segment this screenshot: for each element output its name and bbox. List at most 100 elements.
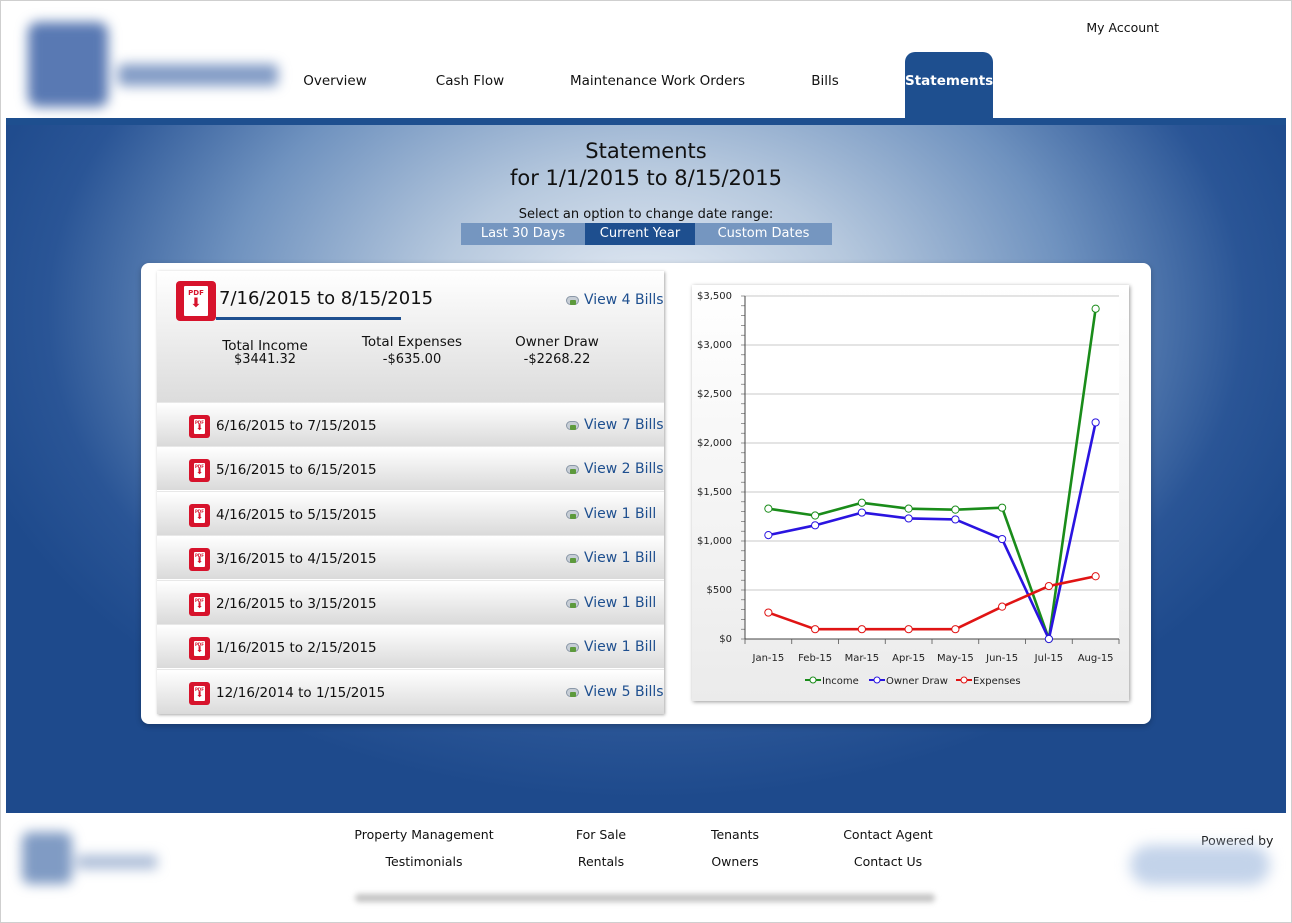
statement-range[interactable]: 6/16/2015 to 7/15/2015 <box>216 418 377 434</box>
date-range-selector: Last 30 Days Current Year Custom Dates <box>461 223 832 245</box>
view-bills-link[interactable]: View 2 Bills <box>565 461 664 477</box>
data-point <box>811 521 820 530</box>
footer-link-rentals[interactable]: Rentals <box>526 854 676 869</box>
statement-range[interactable]: 4/16/2015 to 5/15/2015 <box>216 507 377 523</box>
company-logo[interactable] <box>8 12 278 112</box>
x-tick-label: May-15 <box>937 653 974 664</box>
view-bills-link[interactable]: View 1 Bill <box>565 639 656 655</box>
tab-statements[interactable]: Statements <box>905 52 993 118</box>
statement-range[interactable]: 5/16/2015 to 6/15/2015 <box>216 462 377 478</box>
view-bills-link[interactable]: View 1 Bill <box>565 550 656 566</box>
statement-range[interactable]: 3/16/2015 to 4/15/2015 <box>216 551 377 567</box>
pdf-download-icon[interactable]: PDF ⬇ <box>189 637 210 660</box>
pdf-download-icon[interactable]: PDF ⬇ <box>189 548 210 571</box>
page-title-heading: Statements <box>585 139 707 163</box>
pdf-download-icon[interactable]: PDF ⬇ <box>189 415 210 438</box>
x-tick-label: Aug-15 <box>1078 653 1114 664</box>
data-point <box>1091 418 1100 427</box>
legend-label: Expenses <box>973 676 1021 687</box>
x-tick-label: Mar-15 <box>845 653 880 664</box>
view-bills-link-label: View 1 Bill <box>584 639 657 655</box>
footer-link-contact-us[interactable]: Contact Us <box>813 854 963 869</box>
data-point <box>857 498 866 507</box>
y-tick-label: $500 <box>707 585 732 596</box>
x-tick-label: Apr-15 <box>892 653 925 664</box>
view-bills-link-label: View 4 Bills <box>584 292 664 308</box>
data-point <box>904 514 913 523</box>
data-point <box>1091 572 1100 581</box>
owner-draw-label: Owner Draw <box>515 334 599 350</box>
view-bills-link[interactable]: View 1 Bill <box>565 506 656 522</box>
x-tick-label: Jan-15 <box>752 653 785 664</box>
statement-range[interactable]: 2/16/2015 to 3/15/2015 <box>216 596 377 612</box>
footer-link-owners[interactable]: Owners <box>660 854 810 869</box>
main-nav: Overview Cash Flow Maintenance Work Orde… <box>270 52 1030 118</box>
pdf-download-icon[interactable]: PDF ⬇ <box>189 682 210 705</box>
data-point <box>811 625 820 634</box>
pdf-download-icon[interactable]: PDF ⬇ <box>176 281 216 321</box>
y-tick-label: $1,000 <box>697 536 732 547</box>
view-bills-link[interactable]: View 5 Bills <box>565 684 664 700</box>
data-point <box>951 505 960 514</box>
footer-link-tenants[interactable]: Tenants <box>660 827 810 842</box>
y-tick-label: $3,000 <box>697 340 732 351</box>
data-point <box>1044 634 1053 644</box>
view-bills-link[interactable]: View 1 Bill <box>565 595 656 611</box>
bills-cloud-icon <box>565 463 579 474</box>
legend-swatch-marker <box>873 676 881 684</box>
statement-row: PDF ⬇ 2/16/2015 to 3/15/2015 View 1 Bill <box>157 580 664 624</box>
line-chart: $0 $500 $1,000 $1,500 $2,000 $2,500 $3,000 $3,5… <box>697 291 1120 687</box>
pdf-download-icon[interactable]: PDF ⬇ <box>189 593 210 616</box>
data-point <box>857 508 866 517</box>
data-point <box>764 608 773 617</box>
view-bills-link-label: View 7 Bills <box>584 417 664 433</box>
range-custom-dates-button[interactable]: Custom Dates <box>695 223 832 245</box>
data-point <box>764 531 773 540</box>
bills-cloud-icon <box>565 552 579 563</box>
statement-range[interactable]: 1/16/2015 to 2/15/2015 <box>216 640 377 656</box>
view-bills-link-label: View 1 Bill <box>584 506 657 522</box>
data-point <box>904 625 913 634</box>
total-income-value: $3441.32 <box>233 352 297 367</box>
footer-link-for-sale[interactable]: For Sale <box>526 827 676 842</box>
x-tick-label: Jun-15 <box>985 653 1018 664</box>
tab-cash-flow[interactable]: Cash Flow <box>410 52 530 118</box>
footer-link-property-management[interactable]: Property Management <box>349 827 499 842</box>
footer-link-testimonials[interactable]: Testimonials <box>349 854 499 869</box>
view-bills-link[interactable]: View 7 Bills <box>565 417 664 433</box>
view-bills-link-label: View 5 Bills <box>584 684 664 700</box>
view-bills-link[interactable]: View 4 Bills <box>565 292 664 308</box>
legend-label: Income <box>822 676 859 687</box>
footer-logo[interactable] <box>12 830 162 890</box>
tab-maintenance-work-orders[interactable]: Maintenance Work Orders <box>560 52 755 118</box>
range-current-year-button[interactable]: Current Year <box>585 223 695 245</box>
data-point <box>998 503 1007 512</box>
tab-bills[interactable]: Bills <box>780 52 870 118</box>
view-bills-link-label: View 2 Bills <box>584 461 664 477</box>
y-tick-label: $2,000 <box>697 438 732 449</box>
data-point <box>1091 304 1100 313</box>
pdf-download-icon[interactable]: PDF ⬇ <box>189 459 210 482</box>
x-tick-label: Feb-15 <box>798 653 832 664</box>
x-tick-label: Jul-15 <box>1034 653 1063 664</box>
statement-range[interactable]: 12/16/2014 to 1/15/2015 <box>216 685 385 701</box>
page-title: Statements for 1/1/2015 to 8/15/2015 <box>6 138 1286 192</box>
statement-row: PDF ⬇ 5/16/2015 to 6/15/2015 View 2 Bills <box>157 446 664 490</box>
data-point <box>811 511 820 520</box>
current-statement-underline <box>216 317 401 320</box>
bills-cloud-icon <box>565 294 579 305</box>
bills-cloud-icon <box>565 597 579 608</box>
my-account-link[interactable]: My Account <box>1086 20 1159 35</box>
pdf-download-icon[interactable]: PDF ⬇ <box>189 504 210 527</box>
footer-link-contact-agent[interactable]: Contact Agent <box>813 827 963 842</box>
tab-overview[interactable]: Overview <box>270 52 400 118</box>
statement-row: PDF ⬇ 12/16/2014 to 1/15/2015 View 5 Bill… <box>157 669 664 714</box>
powered-by-logo[interactable] <box>1125 840 1275 890</box>
data-point <box>998 602 1007 611</box>
plot-area <box>745 296 1119 639</box>
data-point <box>951 625 960 634</box>
current-statement-range[interactable]: 7/16/2015 to 8/15/2015 <box>219 288 433 309</box>
owner-draw-value: -$2268.22 <box>523 352 591 367</box>
range-last-30-days-button[interactable]: Last 30 Days <box>461 223 585 245</box>
total-expenses-value: -$635.00 <box>382 352 442 367</box>
